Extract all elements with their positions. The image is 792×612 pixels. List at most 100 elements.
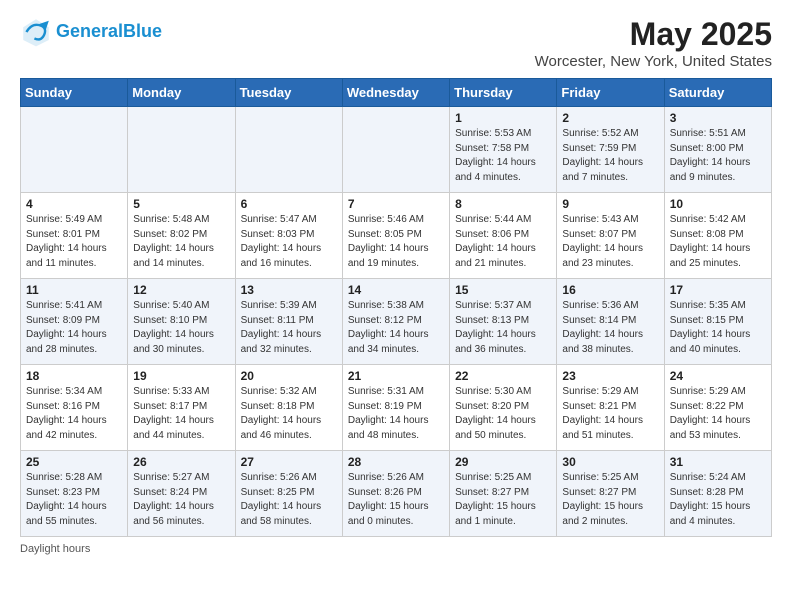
day-number: 20	[241, 369, 337, 383]
day-info: Sunrise: 5:43 AM Sunset: 8:07 PM Dayligh…	[562, 213, 658, 271]
day-info: Sunrise: 5:36 AM Sunset: 8:14 PM Dayligh…	[562, 299, 658, 357]
day-cell: 15 Sunrise: 5:37 AM Sunset: 8:13 PM Dayli…	[450, 279, 557, 365]
day-header-monday: Monday	[128, 79, 235, 107]
logo-icon	[20, 16, 52, 48]
header: GeneralBlue May 2025 Worcester, New York…	[20, 16, 772, 70]
day-header-wednesday: Wednesday	[342, 79, 449, 107]
day-info: Sunrise: 5:26 AM Sunset: 8:26 PM Dayligh…	[348, 471, 444, 529]
day-number: 3	[670, 111, 766, 125]
day-cell: 26 Sunrise: 5:27 AM Sunset: 8:24 PM Dayli…	[128, 451, 235, 537]
week-row-2: 4 Sunrise: 5:49 AM Sunset: 8:01 PM Daylig…	[21, 193, 772, 279]
main-title: May 2025	[535, 16, 772, 53]
day-number: 4	[26, 197, 122, 211]
day-cell	[21, 107, 128, 193]
day-cell: 5 Sunrise: 5:48 AM Sunset: 8:02 PM Daylig…	[128, 193, 235, 279]
day-number: 19	[133, 369, 229, 383]
logo-line2: Blue	[123, 21, 162, 41]
logo-text: GeneralBlue	[56, 22, 162, 42]
day-cell: 11 Sunrise: 5:41 AM Sunset: 8:09 PM Dayli…	[21, 279, 128, 365]
day-cell: 6 Sunrise: 5:47 AM Sunset: 8:03 PM Daylig…	[235, 193, 342, 279]
day-header-tuesday: Tuesday	[235, 79, 342, 107]
title-area: May 2025 Worcester, New York, United Sta…	[535, 16, 772, 70]
day-info: Sunrise: 5:47 AM Sunset: 8:03 PM Dayligh…	[241, 213, 337, 271]
day-cell: 7 Sunrise: 5:46 AM Sunset: 8:05 PM Daylig…	[342, 193, 449, 279]
day-info: Sunrise: 5:33 AM Sunset: 8:17 PM Dayligh…	[133, 385, 229, 443]
day-cell: 9Sunrise: 5:43 AM Sunset: 8:07 PM Daylig…	[557, 193, 664, 279]
day-info: Sunrise: 5:26 AM Sunset: 8:25 PM Dayligh…	[241, 471, 337, 529]
day-number: 22	[455, 369, 551, 383]
day-header-thursday: Thursday	[450, 79, 557, 107]
day-info: Sunrise: 5:28 AM Sunset: 8:23 PM Dayligh…	[26, 471, 122, 529]
day-cell	[128, 107, 235, 193]
day-number: 16	[562, 283, 658, 297]
day-info: Sunrise: 5:42 AM Sunset: 8:08 PM Dayligh…	[670, 213, 766, 271]
day-cell: 25Sunrise: 5:28 AM Sunset: 8:23 PM Dayli…	[21, 451, 128, 537]
day-number: 13	[241, 283, 337, 297]
day-info: Sunrise: 5:49 AM Sunset: 8:01 PM Dayligh…	[26, 213, 122, 271]
day-number: 31	[670, 455, 766, 469]
day-info: Sunrise: 5:25 AM Sunset: 8:27 PM Dayligh…	[455, 471, 551, 529]
day-cell: 21 Sunrise: 5:31 AM Sunset: 8:19 PM Dayli…	[342, 365, 449, 451]
day-number: 24	[670, 369, 766, 383]
day-cell: 17Sunrise: 5:35 AM Sunset: 8:15 PM Dayli…	[664, 279, 771, 365]
day-header-friday: Friday	[557, 79, 664, 107]
day-cell: 10Sunrise: 5:42 AM Sunset: 8:08 PM Dayli…	[664, 193, 771, 279]
day-info: Sunrise: 5:24 AM Sunset: 8:28 PM Dayligh…	[670, 471, 766, 529]
day-number: 5	[133, 197, 229, 211]
day-info: Sunrise: 5:30 AM Sunset: 8:20 PM Dayligh…	[455, 385, 551, 443]
footer-note: Daylight hours	[20, 543, 772, 555]
day-info: Sunrise: 5:25 AM Sunset: 8:27 PM Dayligh…	[562, 471, 658, 529]
day-cell: 4 Sunrise: 5:49 AM Sunset: 8:01 PM Daylig…	[21, 193, 128, 279]
page: GeneralBlue May 2025 Worcester, New York…	[0, 0, 792, 565]
day-number: 2	[562, 111, 658, 125]
day-header-sunday: Sunday	[21, 79, 128, 107]
day-cell: 3 Sunrise: 5:51 AM Sunset: 8:00 PM Daylig…	[664, 107, 771, 193]
day-info: Sunrise: 5:52 AM Sunset: 7:59 PM Dayligh…	[562, 127, 658, 185]
day-info: Sunrise: 5:34 AM Sunset: 8:16 PM Dayligh…	[26, 385, 122, 443]
day-cell: 8 Sunrise: 5:44 AM Sunset: 8:06 PM Daylig…	[450, 193, 557, 279]
day-number: 7	[348, 197, 444, 211]
day-info: Sunrise: 5:53 AM Sunset: 7:58 PM Dayligh…	[455, 127, 551, 185]
day-info: Sunrise: 5:35 AM Sunset: 8:15 PM Dayligh…	[670, 299, 766, 357]
day-cell: 22 Sunrise: 5:30 AM Sunset: 8:20 PM Dayli…	[450, 365, 557, 451]
header-row: SundayMondayTuesdayWednesdayThursdayFrid…	[21, 79, 772, 107]
day-info: Sunrise: 5:31 AM Sunset: 8:19 PM Dayligh…	[348, 385, 444, 443]
day-number: 15	[455, 283, 551, 297]
day-info: Sunrise: 5:51 AM Sunset: 8:00 PM Dayligh…	[670, 127, 766, 185]
day-cell: 19 Sunrise: 5:33 AM Sunset: 8:17 PM Dayli…	[128, 365, 235, 451]
day-info: Sunrise: 5:32 AM Sunset: 8:18 PM Dayligh…	[241, 385, 337, 443]
day-cell	[342, 107, 449, 193]
day-number: 8	[455, 197, 551, 211]
day-info: Sunrise: 5:29 AM Sunset: 8:22 PM Dayligh…	[670, 385, 766, 443]
day-info: Sunrise: 5:48 AM Sunset: 8:02 PM Dayligh…	[133, 213, 229, 271]
day-cell: 14Sunrise: 5:38 AM Sunset: 8:12 PM Dayli…	[342, 279, 449, 365]
day-info: Sunrise: 5:29 AM Sunset: 8:21 PM Dayligh…	[562, 385, 658, 443]
day-number: 18	[26, 369, 122, 383]
day-info: Sunrise: 5:41 AM Sunset: 8:09 PM Dayligh…	[26, 299, 122, 357]
day-cell: 18 Sunrise: 5:34 AM Sunset: 8:16 PM Dayli…	[21, 365, 128, 451]
day-number: 29	[455, 455, 551, 469]
day-cell: 24 Sunrise: 5:29 AM Sunset: 8:22 PM Dayli…	[664, 365, 771, 451]
day-cell: 16 Sunrise: 5:36 AM Sunset: 8:14 PM Dayli…	[557, 279, 664, 365]
day-cell: 13Sunrise: 5:39 AM Sunset: 8:11 PM Dayli…	[235, 279, 342, 365]
day-number: 27	[241, 455, 337, 469]
week-row-4: 18 Sunrise: 5:34 AM Sunset: 8:16 PM Dayli…	[21, 365, 772, 451]
day-info: Sunrise: 5:46 AM Sunset: 8:05 PM Dayligh…	[348, 213, 444, 271]
day-info: Sunrise: 5:27 AM Sunset: 8:24 PM Dayligh…	[133, 471, 229, 529]
day-cell: 27 Sunrise: 5:26 AM Sunset: 8:25 PM Dayli…	[235, 451, 342, 537]
day-cell: 28 Sunrise: 5:26 AM Sunset: 8:26 PM Dayli…	[342, 451, 449, 537]
day-number: 1	[455, 111, 551, 125]
day-info: Sunrise: 5:37 AM Sunset: 8:13 PM Dayligh…	[455, 299, 551, 357]
day-cell: 12Sunrise: 5:40 AM Sunset: 8:10 PM Dayli…	[128, 279, 235, 365]
day-number: 21	[348, 369, 444, 383]
day-number: 28	[348, 455, 444, 469]
day-number: 11	[26, 283, 122, 297]
day-number: 6	[241, 197, 337, 211]
day-info: Sunrise: 5:44 AM Sunset: 8:06 PM Dayligh…	[455, 213, 551, 271]
calendar-body: 1 Sunrise: 5:53 AM Sunset: 7:58 PM Daylig…	[21, 107, 772, 537]
day-number: 30	[562, 455, 658, 469]
day-number: 12	[133, 283, 229, 297]
day-number: 26	[133, 455, 229, 469]
logo-line1: General	[56, 21, 123, 41]
day-header-saturday: Saturday	[664, 79, 771, 107]
